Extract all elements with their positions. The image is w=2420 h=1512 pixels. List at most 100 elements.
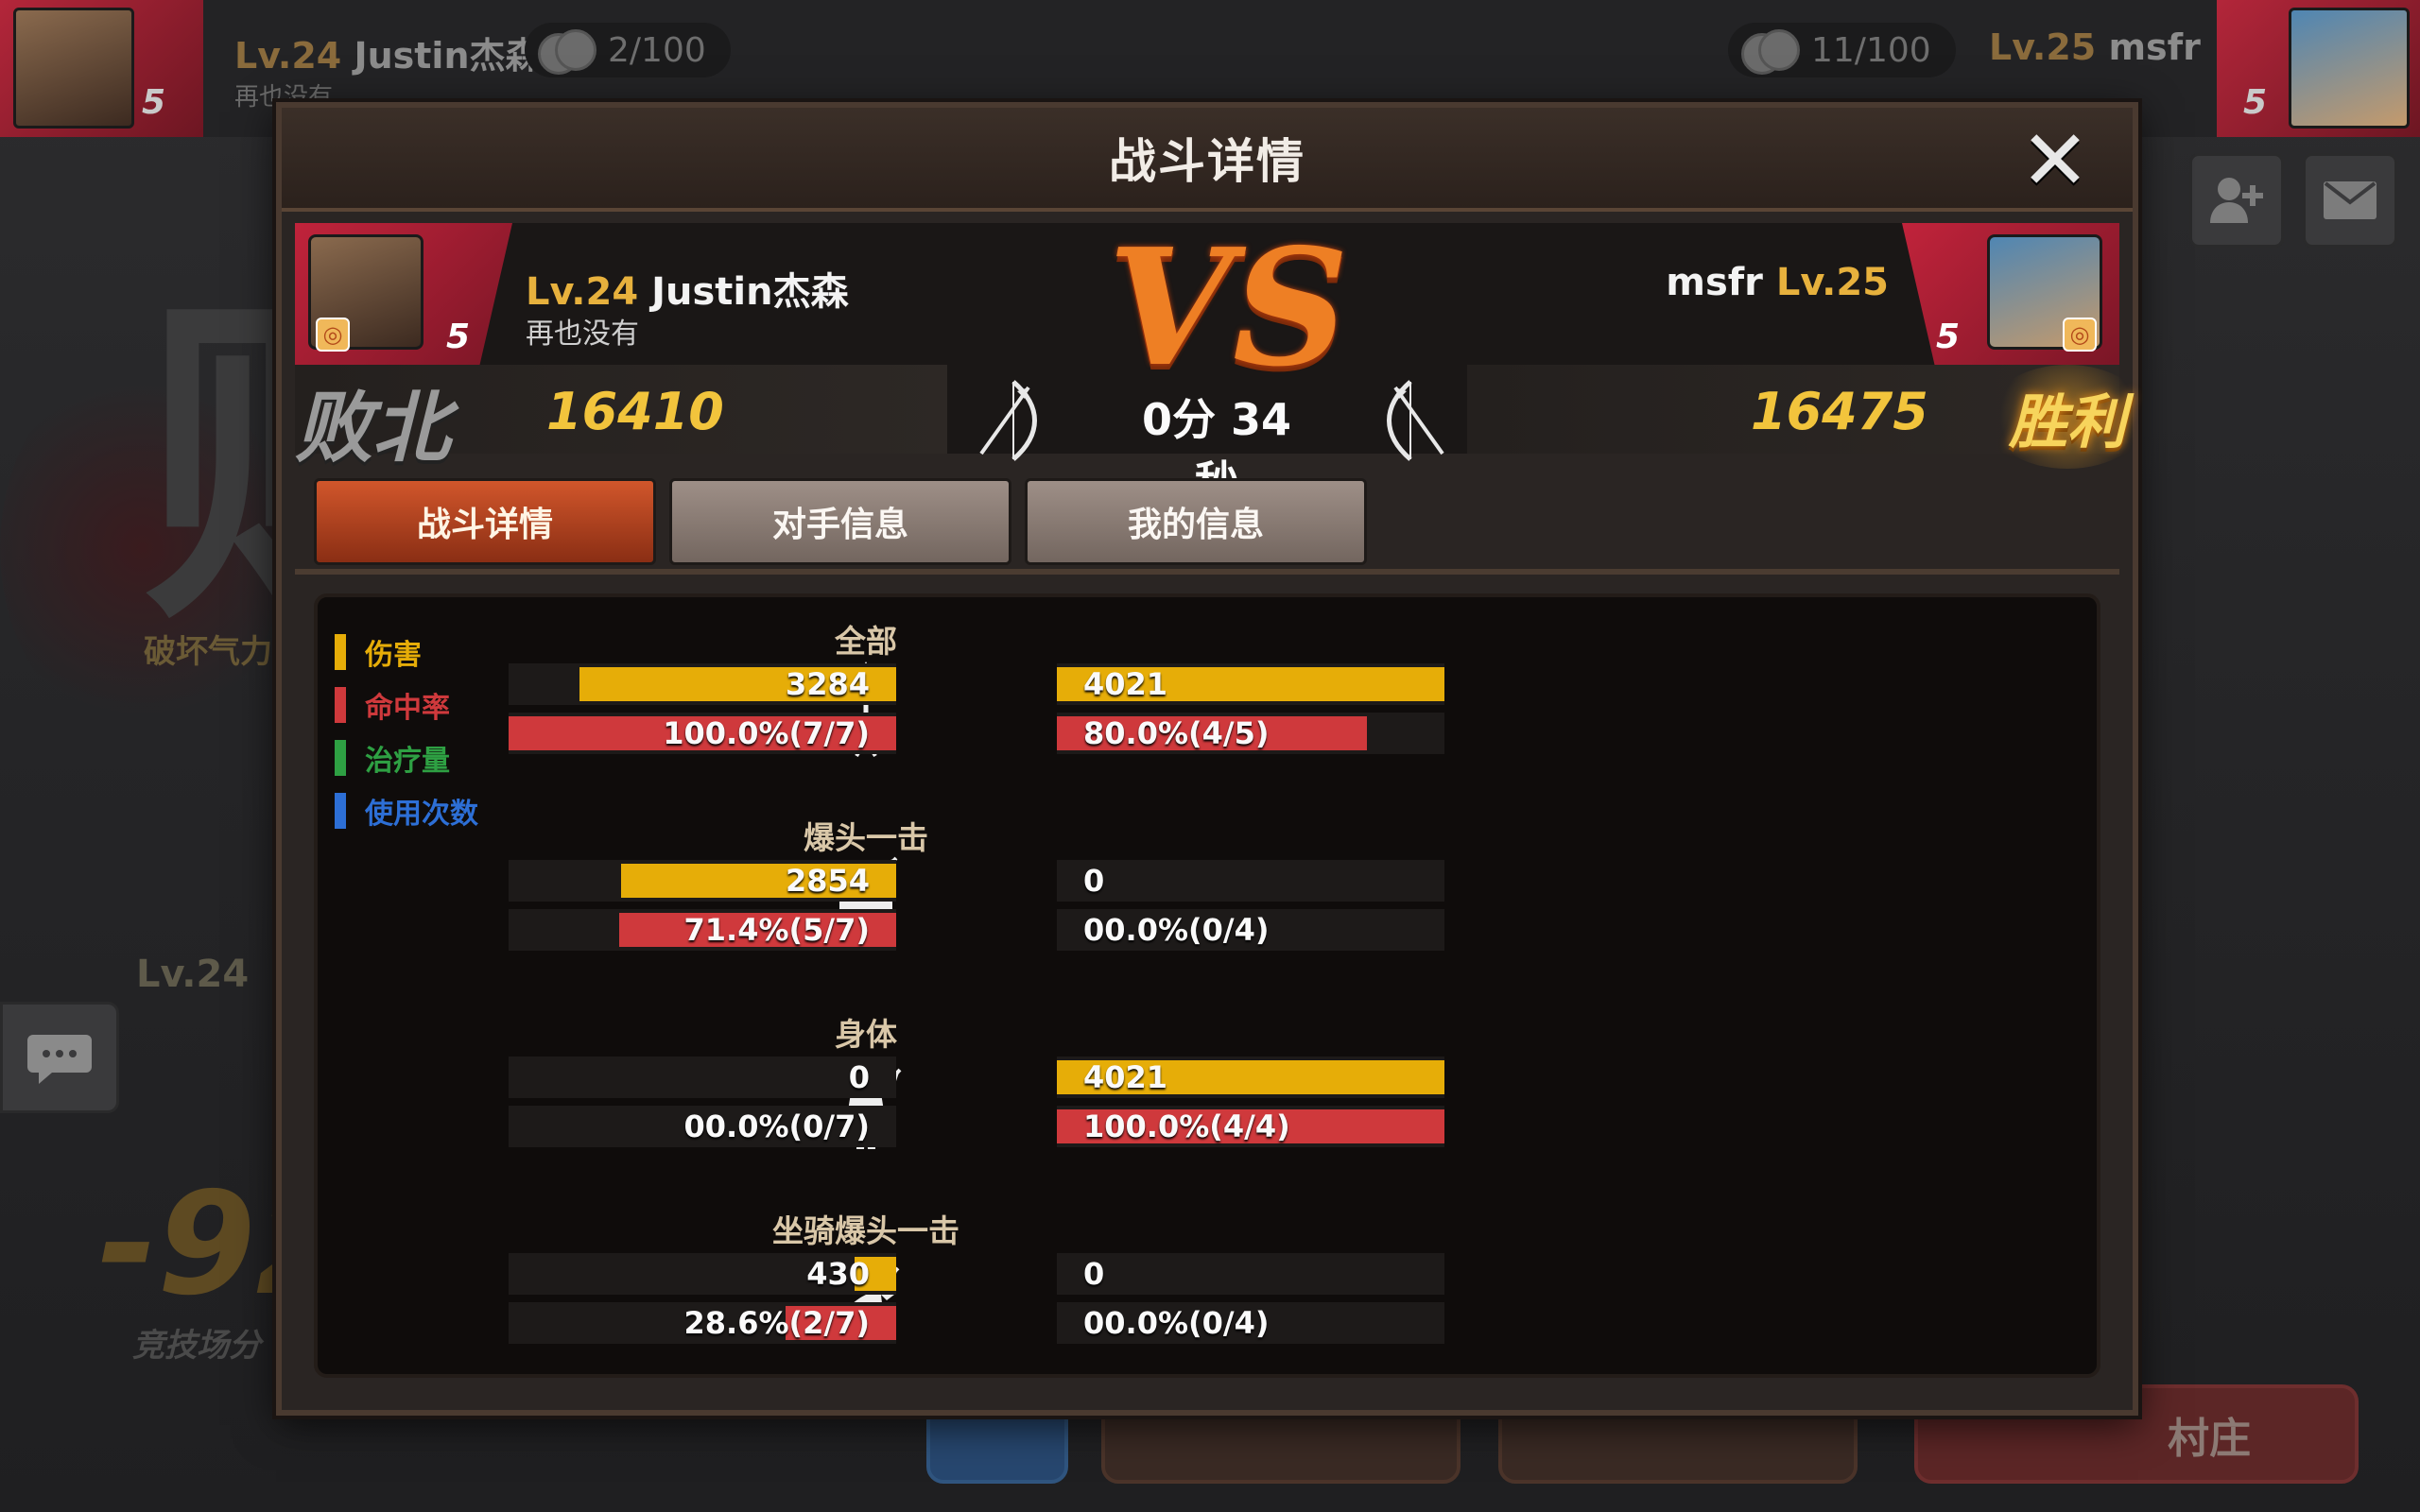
- legend-hit-rate: 命中率: [335, 679, 478, 731]
- right-damage-bar-track: 0: [1057, 1253, 1444, 1295]
- add-friend-button[interactable]: [2189, 153, 2284, 248]
- target-icon: ◎: [316, 318, 350, 352]
- legend-swatch: [335, 687, 346, 723]
- left-player-avatar: [13, 8, 134, 129]
- left-player-rank-badge: 5: [142, 83, 166, 122]
- left-player-subtitle: 再也没有: [526, 318, 639, 351]
- left-player-rank-badge: 5: [446, 318, 471, 356]
- close-icon: ✕: [2020, 112, 2090, 209]
- left-player-name: Justin杰森: [354, 35, 542, 77]
- right-player-rank-badge: 5: [1936, 318, 1961, 356]
- right-hit-rate-bar-value: 00.0%(0/4): [1083, 912, 1270, 948]
- break-spirit-label: 破坏气力: [144, 633, 272, 671]
- right-hit-rate-bar-track: 100.0%(4/4): [1057, 1106, 1444, 1147]
- legend-swatch: [335, 793, 346, 829]
- left-damage-bar-value: 2854: [785, 863, 870, 899]
- right-player-name: msfr: [1666, 261, 1763, 304]
- mail-button[interactable]: [2303, 153, 2397, 248]
- background-level-label: Lv.24: [136, 953, 250, 996]
- add-friend-icon: [2210, 178, 2263, 223]
- defeat-label: 败北: [295, 383, 450, 473]
- right-damage-bar-value: 0: [1083, 1256, 1105, 1292]
- right-hit-rate-bar-value: 80.0%(4/5): [1083, 715, 1270, 751]
- left-hit-rate-bar-track: 00.0%(0/7): [509, 1106, 896, 1147]
- dialog-tabs: 战斗详情 对手信息 我的信息: [314, 478, 1367, 567]
- left-hit-rate-bar-track: 71.4%(5/7): [509, 909, 896, 951]
- left-hit-rate-bar-track: 100.0%(7/7): [509, 713, 896, 754]
- right-hit-rate-bar-track: 80.0%(4/5): [1057, 713, 1444, 754]
- left-hit-rate-bar-value: 28.6%(2/7): [683, 1305, 870, 1341]
- left-coin-value: 2/100: [608, 30, 706, 70]
- chat-button[interactable]: [0, 1002, 119, 1113]
- left-player-card: ◎ 5: [295, 223, 512, 365]
- legend-usage-count: 使用次数: [335, 784, 478, 837]
- legend-healing: 治疗量: [335, 731, 478, 784]
- chat-icon: [27, 1035, 92, 1084]
- right-coin-counter: 11/100: [1728, 23, 1956, 77]
- vs-emblem: VS: [1108, 214, 1349, 403]
- left-hit-rate-bar-value: 00.0%(0/7): [683, 1108, 870, 1144]
- left-damage-bar-track: 3284: [509, 663, 896, 705]
- close-button[interactable]: ✕: [2015, 112, 2095, 209]
- legend-swatch: [335, 634, 346, 670]
- tab-my-info[interactable]: 我的信息: [1025, 478, 1367, 565]
- right-player-card: ◎ 5: [1902, 223, 2119, 365]
- right-hit-rate-bar-track: 00.0%(0/4): [1057, 1302, 1444, 1344]
- dialog-title-bar: 战斗详情 ✕: [282, 108, 2133, 212]
- left-bow-icon: [979, 380, 1037, 461]
- section-title: 身体: [835, 1016, 897, 1053]
- tab-opponent-info[interactable]: 对手信息: [669, 478, 1011, 565]
- tab-battle-details[interactable]: 战斗详情: [314, 478, 656, 565]
- left-player-title: Lv.24 Justin杰森: [526, 261, 849, 316]
- victory-emblem: 胜利: [1987, 365, 2148, 469]
- left-coin-counter: 2/100: [525, 23, 731, 77]
- right-damage-bar-value: 0: [1083, 863, 1105, 899]
- left-hit-rate-bar-value: 100.0%(7/7): [663, 715, 870, 751]
- right-player-header: Lv.25 msfr: [1989, 26, 2201, 68]
- stats-legend: 伤害 命中率 治疗量 使用次数: [335, 626, 478, 837]
- village-button-label: 村庄: [2168, 1414, 2251, 1463]
- legend-swatch: [335, 740, 346, 776]
- target-icon: ◎: [2063, 318, 2097, 352]
- right-score: 16475: [1751, 382, 1928, 441]
- right-damage-bar-track: 4021: [1057, 1057, 1444, 1098]
- left-damage-bar-track: 430: [509, 1253, 896, 1295]
- right-player-level: Lv.25: [1775, 261, 1889, 304]
- left-damage-bar-track: 2854: [509, 860, 896, 902]
- dialog-title: 战斗详情: [1109, 134, 1305, 189]
- right-damage-bar-track: 4021: [1057, 663, 1444, 705]
- right-damage-bar-track: 0: [1057, 860, 1444, 902]
- versus-header: ◎ 5 Lv.24 Justin杰森 再也没有 VS msfr Lv.25 ◎ …: [295, 214, 2148, 507]
- right-player-avatar: [2289, 8, 2410, 129]
- left-damage-bar-value: 0: [848, 1059, 870, 1095]
- right-coin-value: 11/100: [1811, 30, 1931, 70]
- left-player-name: Justin杰森: [651, 270, 849, 314]
- coin-icon: [538, 29, 596, 75]
- section-title: 坐骑爆头一击: [772, 1212, 959, 1249]
- mail-icon: [2324, 181, 2377, 219]
- legend-damage: 伤害: [335, 626, 478, 679]
- left-player-header: Lv.24 Justin杰森: [234, 26, 542, 78]
- left-player-avatar-frame: 5: [0, 0, 203, 137]
- right-player-level: Lv.25: [1989, 26, 2097, 68]
- left-damage-bar-value: 430: [806, 1256, 870, 1292]
- arena-score-label: 竞技场分: [132, 1327, 261, 1365]
- right-hit-rate-bar-value: 100.0%(4/4): [1083, 1108, 1290, 1144]
- left-damage-bar-value: 3284: [785, 666, 870, 702]
- right-hit-rate-bar-track: 00.0%(0/4): [1057, 909, 1444, 951]
- left-player-level: Lv.24: [234, 35, 342, 77]
- right-bow-icon: [1387, 380, 1444, 461]
- section-title: 爆头一击: [804, 819, 928, 856]
- right-player-name: msfr: [2108, 26, 2201, 68]
- right-damage-bar-value: 4021: [1083, 666, 1168, 702]
- left-damage-bar-track: 0: [509, 1057, 896, 1098]
- legend-label: 使用次数: [365, 798, 478, 831]
- left-player-level: Lv.24: [526, 270, 639, 314]
- left-hit-rate-bar-value: 71.4%(5/7): [683, 912, 870, 948]
- right-player-title: msfr Lv.25: [1666, 261, 1889, 304]
- right-player-avatar-frame: 5: [2217, 0, 2420, 137]
- legend-label: 伤害: [365, 639, 422, 672]
- coin-icon: [1741, 29, 1800, 75]
- left-hit-rate-bar-track: 28.6%(2/7): [509, 1302, 896, 1344]
- section-title: 全部: [835, 623, 897, 660]
